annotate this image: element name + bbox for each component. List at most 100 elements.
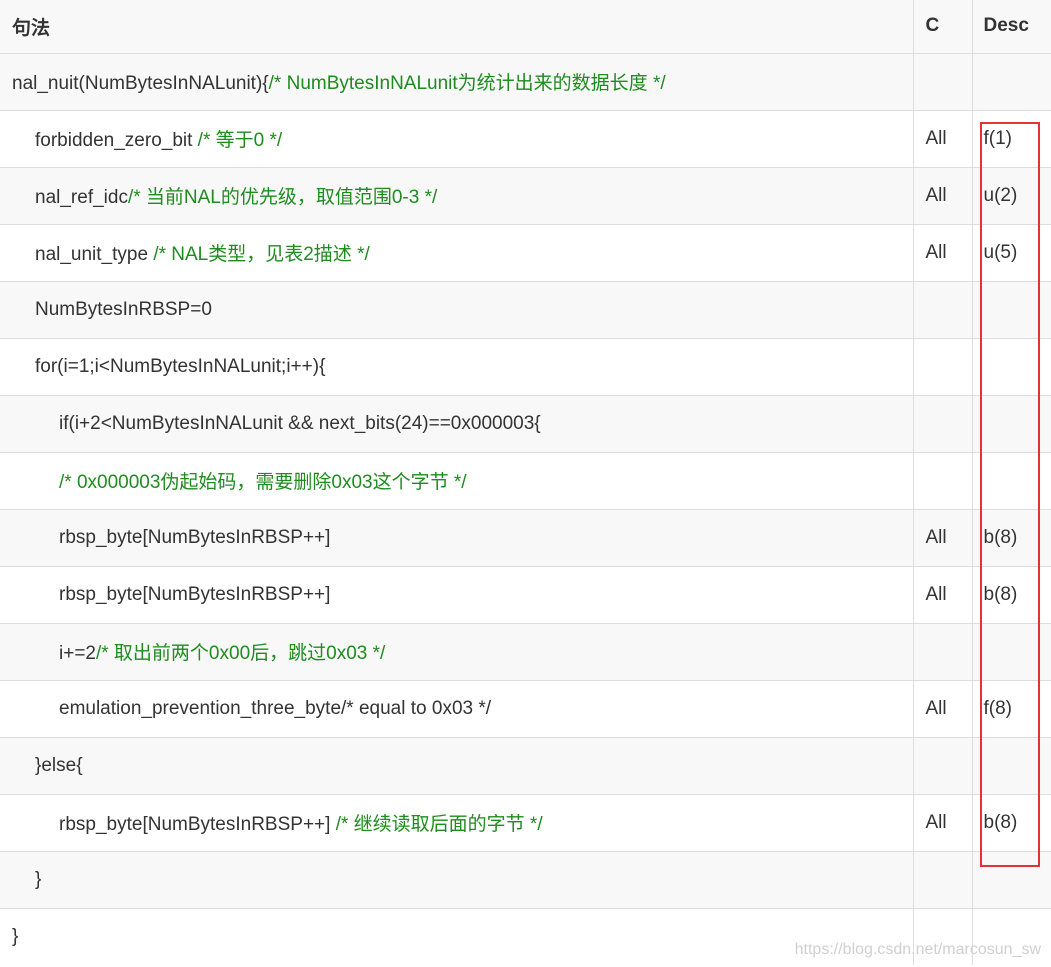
table-row: i+=2/* 取出前两个0x00后，跳过0x03 */ [0, 622, 1051, 680]
c-cell [912, 451, 972, 509]
c-cell [912, 736, 972, 794]
code-text: }else{ [35, 754, 83, 776]
table-row: }else{ [0, 736, 1051, 794]
table-row: for(i=1;i<NumBytesInNALunit;i++){ [0, 337, 1051, 395]
code-text: } [12, 925, 19, 947]
syntax-text: NumBytesInRBSP=0 [12, 299, 212, 321]
syntax-cell: rbsp_byte[NumBytesInRBSP++] /* 继续读取后面的字节… [0, 793, 913, 851]
desc-cell [971, 280, 1051, 338]
c-cell: All [912, 223, 972, 281]
syntax-cell: } [0, 850, 913, 908]
table-row: rbsp_byte[NumBytesInRBSP++] All b(8) [0, 508, 1051, 566]
syntax-text: rbsp_byte[NumBytesInRBSP++] [12, 527, 330, 549]
code-text: for(i=1;i<NumBytesInNALunit;i++){ [35, 355, 326, 377]
syntax-cell: rbsp_byte[NumBytesInRBSP++] [0, 508, 913, 566]
table-row: forbidden_zero_bit /* 等于0 */ All f(1) [0, 109, 1051, 167]
syntax-text: nal_ref_idc/* 当前NAL的优先级，取值范围0-3 */ [12, 182, 437, 209]
code-text: nal_unit_type [35, 244, 154, 265]
comment-text: /* 0x000003伪起始码，需要删除0x03这个字节 */ [59, 472, 467, 493]
desc-cell [971, 52, 1051, 110]
syntax-cell: emulation_prevention_three_byte/* equal … [0, 679, 913, 737]
watermark: https://blog.csdn.net/marcosun_sw [794, 941, 1041, 958]
header-row: 句法 C Desc [0, 0, 1051, 53]
comment-text: /* NumBytesInNALunit为统计出来的数据长度 */ [268, 73, 666, 94]
syntax-cell: nal_nuit(NumBytesInNALunit){/* NumBytesI… [0, 52, 913, 110]
header-desc: Desc [971, 0, 1051, 53]
syntax-cell: nal_ref_idc/* 当前NAL的优先级，取值范围0-3 */ [0, 166, 913, 224]
table-row: emulation_prevention_three_byte/* equal … [0, 679, 1051, 737]
table-row: rbsp_byte[NumBytesInRBSP++] /* 继续读取后面的字节… [0, 793, 1051, 851]
c-cell [912, 52, 972, 110]
desc-cell [971, 451, 1051, 509]
syntax-text: rbsp_byte[NumBytesInRBSP++] [12, 584, 330, 606]
code-text: } [35, 868, 42, 890]
c-cell: All [912, 109, 972, 167]
code-text: emulation_prevention_three_byte/* equal … [59, 697, 492, 719]
c-cell [912, 850, 972, 908]
desc-cell: b(8) [971, 793, 1051, 851]
syntax-table: 句法 C Desc nal_nuit(NumBytesInNALunit){/*… [0, 0, 1051, 965]
desc-cell: b(8) [971, 508, 1051, 566]
table-row: } [0, 850, 1051, 908]
c-cell [912, 337, 972, 395]
syntax-text: emulation_prevention_three_byte/* equal … [12, 698, 491, 720]
syntax-text: rbsp_byte[NumBytesInRBSP++] /* 继续读取后面的字节… [12, 809, 543, 836]
syntax-text: } [12, 926, 18, 948]
syntax-text: nal_nuit(NumBytesInNALunit){/* NumBytesI… [12, 68, 666, 95]
syntax-cell: forbidden_zero_bit /* 等于0 */ [0, 109, 913, 167]
code-text: forbidden_zero_bit [35, 130, 198, 151]
code-text: rbsp_byte[NumBytesInRBSP++] [59, 583, 331, 605]
syntax-text: nal_unit_type /* NAL类型，见表2描述 */ [12, 239, 370, 266]
table-row: nal_nuit(NumBytesInNALunit){/* NumBytesI… [0, 52, 1051, 110]
desc-cell: f(1) [971, 109, 1051, 167]
code-text: i+=2 [59, 643, 96, 664]
comment-text: /* NAL类型，见表2描述 */ [153, 244, 370, 265]
code-text: nal_nuit(NumBytesInNALunit){ [12, 73, 269, 94]
table-row: /* 0x000003伪起始码，需要删除0x03这个字节 */ [0, 451, 1051, 509]
desc-cell [971, 337, 1051, 395]
code-text: NumBytesInRBSP=0 [35, 298, 212, 320]
c-cell: All [912, 565, 972, 623]
c-cell [912, 280, 972, 338]
table-row: if(i+2<NumBytesInNALunit && next_bits(24… [0, 394, 1051, 452]
desc-cell [971, 394, 1051, 452]
syntax-text: }else{ [12, 755, 83, 777]
desc-cell: b(8) [971, 565, 1051, 623]
c-cell [912, 622, 972, 680]
table-row: rbsp_byte[NumBytesInRBSP++] All b(8) [0, 565, 1051, 623]
syntax-cell: rbsp_byte[NumBytesInRBSP++] [0, 565, 913, 623]
syntax-text: } [12, 869, 41, 891]
header-syntax: 句法 [0, 0, 913, 53]
c-cell [912, 394, 972, 452]
desc-cell [971, 736, 1051, 794]
desc-cell: u(2) [971, 166, 1051, 224]
syntax-text: i+=2/* 取出前两个0x00后，跳过0x03 */ [12, 638, 385, 665]
code-text: rbsp_byte[NumBytesInRBSP++] [59, 526, 331, 548]
syntax-cell: if(i+2<NumBytesInNALunit && next_bits(24… [0, 394, 913, 452]
c-cell: All [912, 166, 972, 224]
code-text: rbsp_byte[NumBytesInRBSP++] [59, 814, 336, 835]
syntax-cell: NumBytesInRBSP=0 [0, 280, 913, 338]
comment-text: /* 等于0 */ [197, 130, 283, 151]
c-cell: All [912, 793, 972, 851]
desc-cell [971, 622, 1051, 680]
desc-cell [971, 850, 1051, 908]
comment-text: /* 取出前两个0x00后，跳过0x03 */ [95, 643, 386, 664]
comment-text: /* 当前NAL的优先级，取值范围0-3 */ [127, 187, 438, 208]
syntax-cell: nal_unit_type /* NAL类型，见表2描述 */ [0, 223, 913, 281]
syntax-text: if(i+2<NumBytesInNALunit && next_bits(24… [12, 413, 541, 435]
table-row: NumBytesInRBSP=0 [0, 280, 1051, 338]
syntax-cell: for(i=1;i<NumBytesInNALunit;i++){ [0, 337, 913, 395]
syntax-text: forbidden_zero_bit /* 等于0 */ [12, 125, 282, 152]
syntax-text: for(i=1;i<NumBytesInNALunit;i++){ [12, 356, 325, 378]
syntax-cell: /* 0x000003伪起始码，需要删除0x03这个字节 */ [0, 451, 913, 509]
desc-cell: u(5) [971, 223, 1051, 281]
code-text: nal_ref_idc [35, 187, 128, 208]
c-cell: All [912, 679, 972, 737]
syntax-cell: } [0, 907, 913, 965]
comment-text: /* 继续读取后面的字节 */ [335, 814, 543, 835]
table-row: nal_unit_type /* NAL类型，见表2描述 */ All u(5) [0, 223, 1051, 281]
header-c: C [912, 0, 972, 53]
table-row: nal_ref_idc/* 当前NAL的优先级，取值范围0-3 */ All u(2… [0, 166, 1051, 224]
c-cell: All [912, 508, 972, 566]
